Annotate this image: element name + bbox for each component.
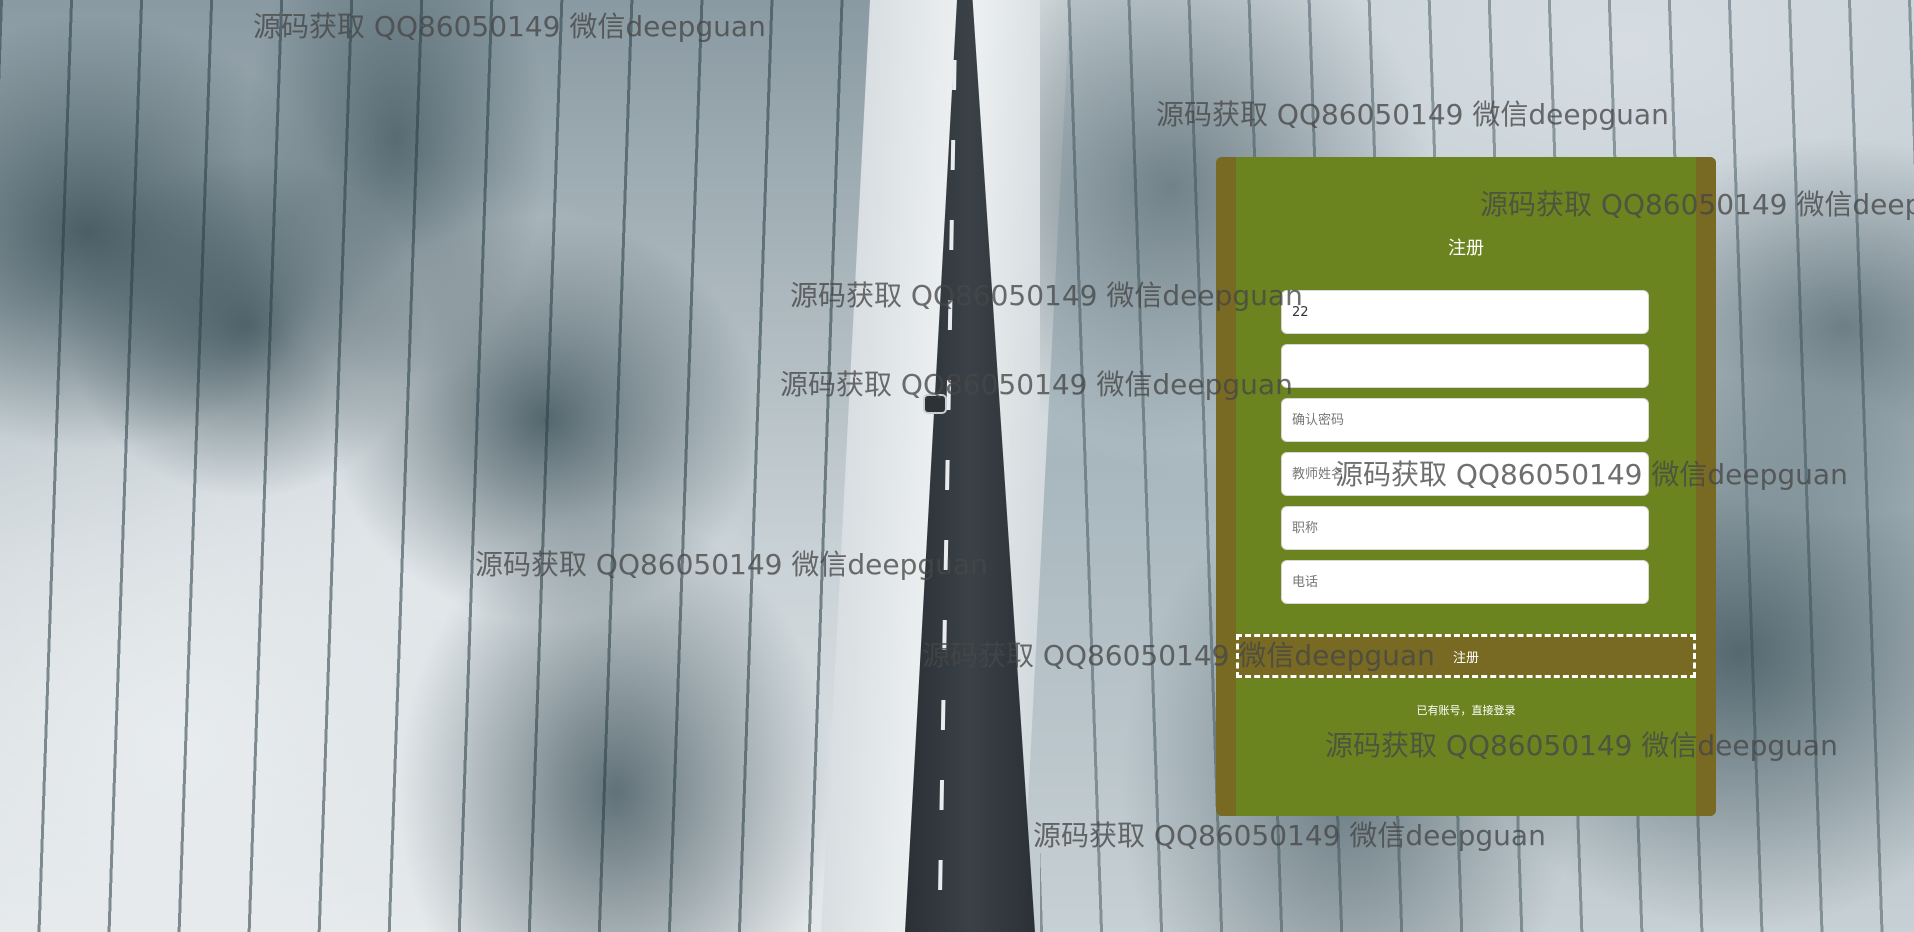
login-link[interactable]: 已有账号，直接登录 — [1216, 702, 1716, 718]
teacher-name-input[interactable] — [1281, 452, 1649, 496]
register-panel: 注册 注册 已有账号，直接登录 — [1216, 157, 1716, 816]
username-input[interactable] — [1281, 290, 1649, 334]
register-title: 注册 — [1448, 238, 1484, 259]
page-background: 注册 注册 已有账号，直接登录 源码获取 QQ86050149 微信deepgu… — [0, 0, 1914, 932]
password-input[interactable] — [1281, 344, 1649, 388]
register-button[interactable]: 注册 — [1236, 634, 1696, 678]
car — [925, 396, 945, 412]
phone-input[interactable] — [1281, 560, 1649, 604]
confirm-password-input[interactable] — [1281, 398, 1649, 442]
job-title-input[interactable] — [1281, 506, 1649, 550]
forest-left — [0, 0, 880, 932]
